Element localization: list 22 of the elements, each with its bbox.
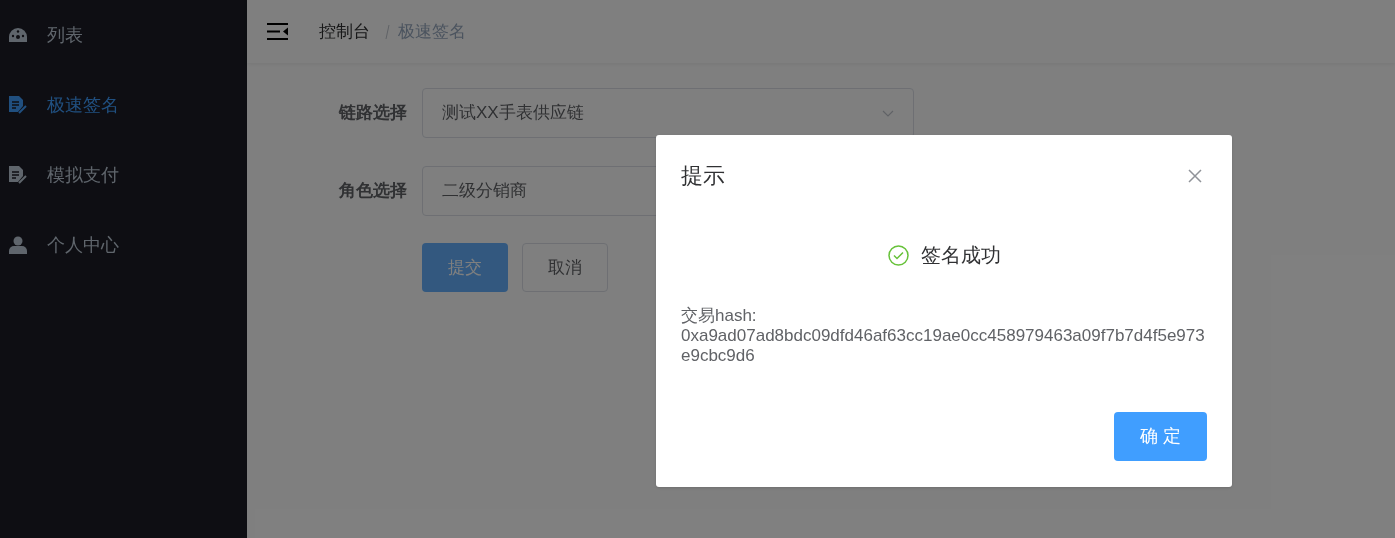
- field-label: 角色选择: [338, 180, 407, 203]
- user-icon: [9, 236, 27, 254]
- sidebar-item[interactable]: 个人中心: [0, 210, 247, 280]
- field-label: 链路选择: [337, 102, 407, 125]
- sidebar-item[interactable]: 列表: [0, 0, 247, 70]
- breadcrumb-item[interactable]: 控制台: [319, 18, 370, 45]
- dashboard-icon: [9, 28, 27, 42]
- dialog-title: 提示: [681, 162, 725, 190]
- hash-value: 0xa9ad07ad8bdc09dfd46af63cc19ae0cc458979463a09f7b7d4f5e973e9cbc9d6: [681, 326, 1206, 366]
- close-icon[interactable]: [1188, 168, 1202, 183]
- document-edit-icon: [9, 166, 27, 184]
- success-check-icon: [887, 244, 909, 266]
- menu-fold-icon[interactable]: [267, 22, 289, 41]
- confirm-button[interactable]: 确 定: [1114, 412, 1207, 461]
- document-edit-icon: [9, 96, 27, 114]
- hash-label: 交易hash:: [681, 306, 757, 326]
- sidebar-item[interactable]: 模拟支付: [0, 140, 247, 210]
- sidebar-item[interactable]: 极速签名: [0, 70, 247, 140]
- cancel-button[interactable]: 取消: [522, 243, 608, 292]
- submit-button[interactable]: 提交: [422, 243, 508, 292]
- chevron-down-icon: [882, 109, 894, 117]
- success-message: 签名成功: [920, 243, 1001, 268]
